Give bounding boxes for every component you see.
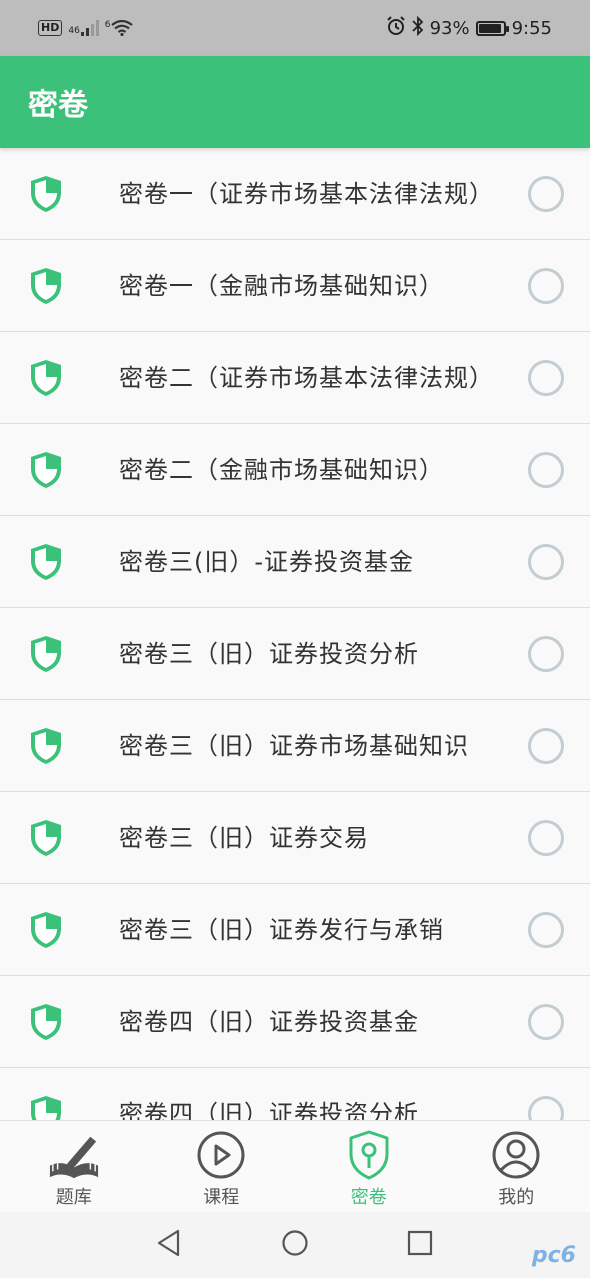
shield-icon — [29, 1003, 63, 1041]
status-bar: HD 46 6 93% 9:55 — [0, 0, 590, 56]
battery-fill — [478, 23, 501, 33]
shield-icon — [29, 175, 63, 213]
battery-icon — [475, 20, 509, 36]
alarm-icon — [386, 15, 406, 41]
list-item[interactable]: 密卷三（旧）证券交易 — [0, 792, 590, 884]
bluetooth-icon — [411, 15, 424, 41]
radio-button[interactable] — [528, 819, 564, 856]
page-title: 密卷 — [28, 88, 88, 123]
network-type-1: 46 — [68, 26, 80, 36]
shield-icon — [29, 359, 63, 397]
radio-button[interactable] — [528, 1095, 564, 1120]
tab-label: 题库 — [55, 1187, 92, 1208]
tab-question-bank[interactable]: 题库 — [0, 1121, 148, 1212]
tab-label: 我的 — [498, 1187, 535, 1208]
shield-icon — [29, 451, 63, 489]
bottom-tab-bar: 题库 课程 密卷 我的 — [0, 1120, 590, 1212]
paper-title: 密卷二（金融市场基础知识） — [119, 455, 444, 484]
paper-title: 密卷三（旧）证券投资分析 — [119, 639, 419, 668]
paper-title: 密卷三（旧）证券交易 — [119, 823, 369, 852]
status-left: HD 46 6 — [38, 20, 133, 36]
radio-button[interactable] — [528, 359, 564, 396]
radio-button[interactable] — [528, 451, 564, 488]
paper-title: 密卷一（金融市场基础知识） — [119, 271, 444, 300]
paper-title: 密卷四（旧）证券投资分析 — [119, 1099, 419, 1121]
shield-icon — [29, 543, 63, 581]
list-item[interactable]: 密卷一（证券市场基本法律法规） — [0, 148, 590, 240]
play-circle-icon — [195, 1129, 247, 1181]
list-item[interactable]: 密卷二（金融市场基础知识） — [0, 424, 590, 516]
tab-label: 课程 — [203, 1187, 240, 1208]
app-bar: 密卷 — [0, 56, 590, 148]
home-icon[interactable] — [281, 1229, 309, 1261]
tab-profile[interactable]: 我的 — [443, 1121, 590, 1212]
list-item[interactable]: 密卷三(旧）-证券投资基金 — [0, 516, 590, 608]
radio-button[interactable] — [528, 635, 564, 672]
list-item[interactable]: 密卷二（证券市场基本法律法规） — [0, 332, 590, 424]
paper-title: 密卷三(旧）-证券投资基金 — [119, 547, 415, 576]
paper-title: 密卷三（旧）证券发行与承销 — [119, 915, 444, 944]
list-item[interactable]: 密卷三（旧）证券投资分析 — [0, 608, 590, 700]
radio-button[interactable] — [528, 727, 564, 764]
paper-title: 密卷一（证券市场基本法律法规） — [119, 179, 494, 208]
shield-icon — [29, 727, 63, 765]
list-item[interactable]: 密卷三（旧）证券发行与承销 — [0, 884, 590, 976]
paper-title: 密卷四（旧）证券投资基金 — [119, 1007, 419, 1036]
clock: 9:55 — [511, 17, 552, 39]
shield-icon — [29, 1095, 63, 1120]
paper-list[interactable]: 密卷一（证券市场基本法律法规） 密卷一（金融市场基础知识） 密卷二（证券市场基本法律… — [0, 148, 590, 1120]
tab-label: 密卷 — [350, 1187, 387, 1208]
radio-button[interactable] — [528, 911, 564, 948]
shield-icon — [29, 819, 63, 857]
list-item[interactable]: 密卷四（旧）证券投资基金 — [0, 976, 590, 1068]
battery-percent: 93% — [429, 17, 470, 39]
hd-badge: HD — [38, 20, 63, 36]
tab-secret-papers[interactable]: 密卷 — [295, 1121, 443, 1212]
radio-button[interactable] — [528, 1003, 564, 1040]
shield-icon — [29, 267, 63, 305]
list-item[interactable]: 密卷四（旧）证券投资分析 — [0, 1068, 590, 1120]
back-icon[interactable] — [156, 1229, 182, 1261]
signal-icon: 46 — [68, 20, 99, 36]
watermark-logo: pc6 — [531, 1243, 576, 1268]
book-pen-icon — [48, 1129, 100, 1181]
paper-title: 密卷三（旧）证券市场基础知识 — [119, 731, 469, 760]
radio-button[interactable] — [528, 543, 564, 580]
wifi-icon: 6 — [105, 20, 133, 36]
user-circle-icon — [490, 1129, 542, 1181]
radio-button[interactable] — [528, 267, 564, 304]
shield-icon — [29, 911, 63, 949]
list-item[interactable]: 密卷三（旧）证券市场基础知识 — [0, 700, 590, 792]
system-nav-bar: pc6 — [0, 1212, 590, 1278]
recents-icon[interactable] — [407, 1230, 433, 1260]
tab-courses[interactable]: 课程 — [148, 1121, 296, 1212]
radio-button[interactable] — [528, 175, 564, 212]
shield-icon — [29, 635, 63, 673]
paper-title: 密卷二（证券市场基本法律法规） — [119, 363, 494, 392]
list-item[interactable]: 密卷一（金融市场基础知识） — [0, 240, 590, 332]
status-right: 93% 9:55 — [386, 15, 552, 41]
shield-key-icon — [343, 1129, 395, 1181]
